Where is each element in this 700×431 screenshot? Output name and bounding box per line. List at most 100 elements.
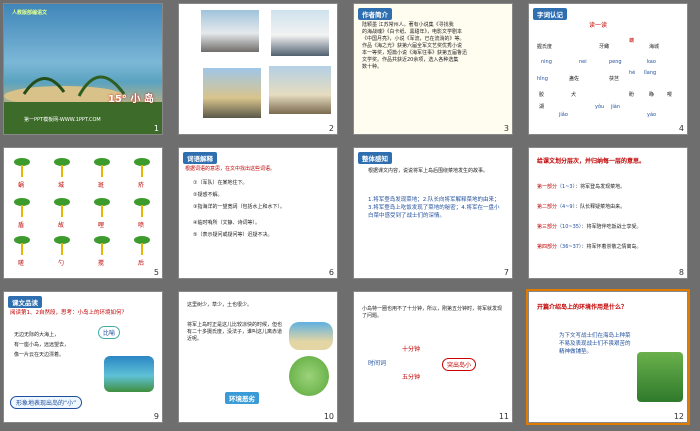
slide-thumbnail-5[interactable]: 蜗 城 斑 疥 盾 故 哩 喷 嗟 勺 搅 后 5 (3, 147, 163, 279)
vocab-word: 嘤 (667, 92, 673, 98)
vocab-word: 胶 (539, 92, 545, 98)
quote-line: 这里树少，草少，土也很少。 (187, 302, 253, 308)
part-row: 第一部分（1~3）：将军登岛发现菜地。 (537, 184, 626, 190)
slide-heading: 开篇介绍岛上的环境作用是什么？ (537, 304, 628, 311)
char-label: 故 (58, 222, 65, 229)
poem-line: 有一座小岛，远远望去， (14, 342, 70, 348)
slide-number: 1 (153, 124, 159, 133)
vocab-pinyin: ning (541, 59, 552, 65)
poem-line: 像一片云在天边漂着。 (14, 352, 65, 358)
definition-item: ⑤（表示疑问或疑问等）迟疑不决。 (193, 232, 273, 238)
definition-item: ②疑惑不解。 (193, 192, 223, 198)
section-tag: 课文品读 (8, 296, 42, 308)
metaphor-bubble: 比喻 (98, 326, 121, 339)
part-row: 第二部分（4~9）：队长释疑菜地由来。 (537, 204, 626, 210)
definition-item: ④临时哨所（文静、诗词等）。 (193, 220, 260, 226)
slide-heading: 给课文划分层次，并归纳每一层的意思。 (537, 158, 646, 165)
vocab-word: 蛊佐 (569, 76, 580, 82)
slide-thumbnail-2[interactable]: 2 (178, 3, 338, 135)
vocab-word: 握氏度 (537, 44, 553, 50)
slide-number: 5 (153, 268, 159, 277)
conclusion-box: 形象地表现出岛的“小” (10, 396, 83, 409)
char-label: 后 (138, 260, 145, 267)
vocab-word: 睁 (649, 92, 655, 98)
slide-title: 15° 小 岛 (108, 94, 154, 105)
garden-photo (637, 352, 683, 402)
part-row: 第三部分（10~35）：将军陪伴吃饭战士享受。 (537, 224, 642, 230)
keyword-c: 时间词 (368, 360, 387, 367)
author-intro-text: 陆颖墨 江苏常州人。著有小说集《寻找我 的海战魂》《白卡纸、黑甜年》，电影文学剧… (362, 22, 468, 70)
answer-text: 为下文写战士们在海岛上种菜不易及表现战士们不畏艰苦的精神做铺垫。 (559, 333, 631, 355)
photo-soldiers-3 (203, 68, 261, 118)
vocab-word: 茯芑 (609, 76, 620, 82)
vocab-word: 螭 (629, 38, 635, 44)
vocab-word: 海城 (649, 44, 660, 50)
char-label: 疥 (138, 182, 145, 189)
char-label: 搅 (98, 260, 105, 267)
slide-thumbnail-12[interactable]: 开篇介绍岛上的环境作用是什么？ 为下文写战士们在海岛上种菜不易及表现战士们不畏艰… (526, 289, 690, 425)
vocab-pinyin: yáo (647, 112, 657, 118)
slide-thumbnail-10[interactable]: 这里树少，草少，土也很少。 将军上岛时正是这儿比较凉快的时候，但也有二十多摄氏度… (178, 291, 338, 423)
slide-number: 3 (503, 124, 509, 133)
char-label: 斑 (98, 182, 105, 189)
slide-footer: 第一PPT模板网-WWW.1PPT.COM (24, 117, 101, 123)
slide-number: 8 (678, 268, 684, 277)
slide-thumbnail-9[interactable]: 课文品读 阅读第1、2自然段，思考：小岛上的环境如何？ 无边无际的大海上， 有一… (3, 291, 163, 423)
slide-thumbnail-7[interactable]: 整体感知 根据课文内容，说说将军上岛后围绕菜地发生的故事。 1.将军登岛发现菜地… (353, 147, 513, 279)
char-label: 盾 (18, 222, 25, 229)
section-tag: 字词认记 (533, 8, 567, 20)
section-tag: 环境恶劣 (225, 392, 259, 404)
slide-number: 11 (498, 412, 509, 421)
definition-item: ③指海洋的一望宽阔（包括水上和水下）。 (193, 204, 285, 210)
slide-number: 6 (328, 268, 334, 277)
vocab-pinyin: lǐang (644, 70, 657, 76)
photo-soldiers-1 (201, 10, 259, 52)
palm-illustration (289, 356, 329, 396)
vocab-pinyin: kao (647, 59, 656, 65)
slide-number: 2 (328, 124, 334, 133)
part-row: 第四部分（36~37）：将军怀着崇敬之情离岛。 (537, 244, 642, 250)
slide-thumbnail-1[interactable]: 人教版部编语文 15° 小 岛 第一PPT模板网-WWW.1PPT.COM 1 (3, 3, 163, 135)
keyword-d: 突出岛小 (442, 358, 477, 371)
section-tag: 作者简介 (358, 8, 392, 20)
char-label: 勺 (58, 260, 65, 267)
question-text: 阅读第1、2自然段，思考：小岛上的环境如何？ (10, 310, 128, 316)
vocab-word: 盼 (629, 92, 635, 98)
vocab-word: 湖 (539, 104, 545, 110)
vocab-pinyin: hé (629, 70, 636, 76)
quote-line: 将军上岛时正是这儿比较凉快的时候，但也有二十多摄氏度，没法子，谁叫这儿离赤道近呢… (187, 322, 283, 342)
definition-item: ①（军队）在某地住下。 (193, 180, 248, 186)
vocab-pinyin: nei (579, 59, 587, 65)
question-text: 根据课文内容，说说将军上岛后围绕菜地发生的故事。 (368, 168, 489, 174)
read-banner: 读一读 (589, 22, 608, 29)
section-tag: 整体感知 (358, 152, 392, 164)
slide-number: 7 (503, 268, 509, 277)
vocab-pinyin: yǒu (595, 104, 605, 110)
slide-thumbnail-6[interactable]: 词语解释 根据词语的意思，在文中找出这些词语。 ①（军队）在某地住下。 ②疑惑不… (178, 147, 338, 279)
slide-thumbnail-3[interactable]: 作者简介 陆颖墨 江苏常州人。著有小说集《寻找我 的海战魂》《白卡纸、黑甜年》，… (353, 3, 513, 135)
slide-thumbnail-8[interactable]: 给课文划分层次，并归纳每一层的意思。 第一部分（1~3）：将军登岛发现菜地。 第… (528, 147, 688, 279)
slide-number: 12 (673, 412, 684, 421)
slide-thumbnail-11[interactable]: 小岛特一圈也用不了十分钟，所以，刚第五分钟时，将军就发现了问题。 十分钟 五分钟… (353, 291, 513, 423)
beach-photo (289, 322, 333, 350)
char-label: 哩 (98, 222, 105, 229)
slide-thumbnail-4[interactable]: 字词认记 读一读 握氏度 牙鲰 螭 海城 ning nei peng kao h… (528, 3, 688, 135)
answer-text: 1.将军登岛发现菜地；2.队长向将军解释菜地的由来；3.将军登岛上吃饭发现了菜地… (368, 197, 500, 219)
instruction-text: 根据词语的意思，在文中找出这些词语。 (185, 166, 276, 172)
vocab-pinyin: peng (609, 59, 622, 65)
char-label: 城 (58, 182, 65, 189)
vocab-word: 牙鲰 (599, 44, 610, 50)
quote-text: 小岛特一圈也用不了十分钟，所以，刚第五分钟时，将军就发现了问题。 (362, 306, 503, 319)
poem-line: 无边无际的大海上， (14, 332, 60, 338)
vocab-word: 犬 (571, 92, 577, 98)
slide-number: 9 (153, 412, 159, 421)
vocab-pinyin: jiǎo (559, 112, 568, 118)
char-label: 喷 (138, 222, 145, 229)
char-label: 嗟 (18, 260, 25, 267)
keyword-b: 五分钟 (402, 374, 421, 381)
photo-soldiers-2 (271, 10, 329, 56)
keyword-a: 十分钟 (402, 346, 421, 353)
vocab-pinyin: hǐng (537, 76, 548, 82)
photo-soldiers-4 (269, 66, 331, 114)
island-photo (104, 356, 154, 392)
